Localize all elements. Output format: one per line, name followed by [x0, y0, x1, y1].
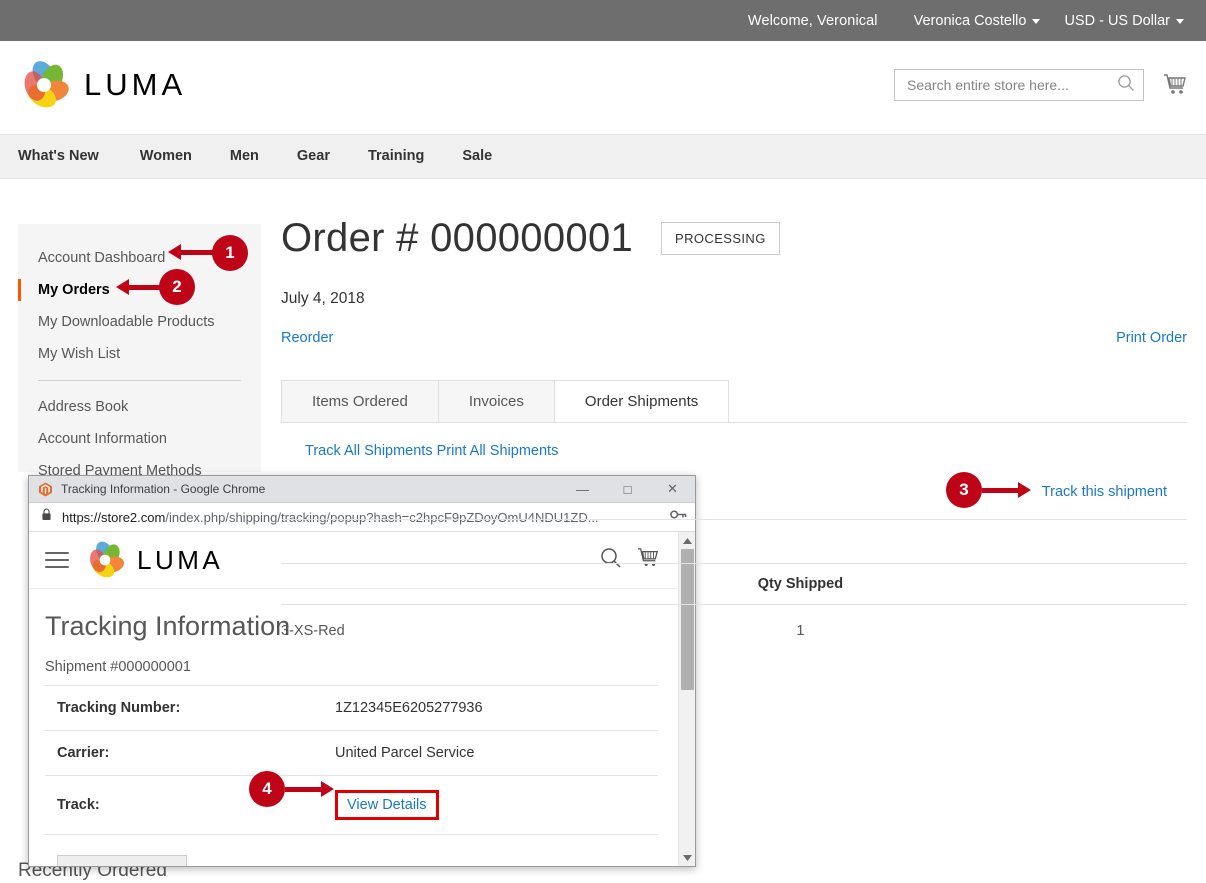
- reorder-link[interactable]: Reorder: [281, 330, 333, 346]
- print-order-link[interactable]: Print Order: [1116, 330, 1187, 346]
- sidebar-item-address-book[interactable]: Address Book: [18, 391, 261, 423]
- divider: [281, 519, 1187, 520]
- cart-icon[interactable]: [1162, 73, 1188, 102]
- annotation-marker-3: 3: [946, 472, 982, 508]
- search-icon[interactable]: [1117, 74, 1135, 97]
- table-header-row: Qty Shipped: [281, 563, 1187, 605]
- close-window-button[interactable]: Close Window: [57, 855, 187, 866]
- sidebar-item-my-orders[interactable]: My Orders: [18, 274, 261, 306]
- table-body: 3-XS-Red 1: [281, 605, 1187, 658]
- order-main-content: Order # 000000001 PROCESSING July 4, 201…: [281, 212, 1187, 852]
- order-actions: Reorder Print Order: [281, 330, 1187, 346]
- shipment-items-table: Qty Shipped 3-XS-Red 1: [281, 563, 1187, 657]
- currency-switcher-label: USD - US Dollar: [1064, 12, 1170, 29]
- sidebar-item-label[interactable]: My Orders: [18, 274, 261, 306]
- annotation-arrow-head-2: [116, 279, 129, 295]
- annotation-marker-4: 4: [249, 771, 285, 807]
- account-switcher-label: Veronica Costello: [913, 12, 1027, 29]
- annotation-arrow-head-3: [1018, 482, 1031, 498]
- nav-item-training[interactable]: Training: [349, 135, 443, 178]
- sidebar-item-label[interactable]: Address Book: [18, 391, 261, 423]
- table-row: 3-XS-Red 1: [281, 605, 1187, 658]
- sidebar-item-account-information[interactable]: Account Information: [18, 423, 261, 455]
- luma-logo-icon: [85, 540, 125, 580]
- page-title: Order # 000000001: [281, 216, 634, 260]
- order-date: July 4, 2018: [281, 290, 365, 307]
- table-header: Qty Shipped: [281, 563, 1187, 605]
- sidebar-item-my-wish-list[interactable]: My Wish List: [18, 338, 261, 370]
- order-tabs: Items Ordered Invoices Order Shipments T…: [281, 380, 1187, 852]
- annotation-arrow-head-1: [168, 244, 181, 260]
- tab-invoices[interactable]: Invoices: [437, 380, 555, 422]
- nav-item-gear[interactable]: Gear: [278, 135, 349, 178]
- column-header-spacer: [1017, 563, 1187, 605]
- order-title-row: Order # 000000001 PROCESSING: [281, 212, 1187, 264]
- sidebar-item-my-downloadable-products[interactable]: My Downloadable Products: [18, 306, 261, 338]
- status-badge: PROCESSING: [661, 221, 780, 255]
- tab-strip: Items Ordered Invoices Order Shipments: [281, 380, 1187, 422]
- search-area: [894, 69, 1144, 101]
- top-utility-bar: Welcome, Veronical Veronica Costello USD…: [0, 0, 1206, 41]
- column-header-product: [281, 563, 584, 605]
- tab-items-ordered[interactable]: Items Ordered: [281, 380, 439, 422]
- logo-text: LUMA: [84, 67, 187, 102]
- url-host: store2.com: [101, 509, 166, 525]
- print-all-shipments-link[interactable]: Print All Shipments: [437, 443, 559, 459]
- magento-icon: [38, 482, 53, 497]
- track-all-shipments-link[interactable]: Track All Shipments: [305, 443, 433, 459]
- annotation-arrow-head-4: [321, 781, 334, 797]
- nav-item-whats-new[interactable]: What's New: [18, 135, 121, 178]
- main-navigation: What's New Women Men Gear Training Sale: [0, 134, 1206, 179]
- annotation-marker-2: 2: [159, 269, 195, 305]
- sidebar-divider: [38, 380, 241, 381]
- chevron-down-icon: [1176, 19, 1184, 24]
- popup-site-logo[interactable]: LUMA: [85, 540, 223, 580]
- cell-spacer: [1017, 605, 1187, 658]
- page-header: LUMA: [0, 41, 1206, 134]
- nav-item-women[interactable]: Women: [121, 135, 211, 178]
- sidebar-item-label[interactable]: Account Information: [18, 423, 261, 455]
- tab-order-shipments[interactable]: Order Shipments: [553, 380, 730, 422]
- page-root: Welcome, Veronical Veronica Costello USD…: [0, 0, 1206, 883]
- track-this-shipment-row: Track this shipment: [281, 483, 1187, 501]
- annotation-marker-1: 1: [212, 235, 248, 271]
- chevron-down-icon: [1032, 19, 1041, 24]
- search-box[interactable]: [894, 69, 1144, 101]
- lock-icon: [41, 508, 52, 526]
- currency-switcher[interactable]: USD - US Dollar: [1064, 13, 1184, 29]
- site-logo[interactable]: LUMA: [18, 59, 186, 111]
- popup-logo-text: LUMA: [137, 544, 224, 575]
- nav-item-sale[interactable]: Sale: [443, 135, 511, 178]
- tab-panel-order-shipments: Track All Shipments Print All Shipments …: [281, 422, 1187, 852]
- column-header-qty-shipped: Qty Shipped: [583, 563, 1017, 605]
- search-input[interactable]: [907, 77, 1117, 93]
- shipment-bulk-links: Track All Shipments Print All Shipments: [281, 443, 1187, 459]
- sidebar-item-label[interactable]: My Downloadable Products: [18, 306, 261, 338]
- annotation-arrow-line-4: [285, 787, 323, 792]
- welcome-message: Welcome, Veronical: [747, 12, 878, 29]
- url-scheme: https://: [62, 509, 102, 525]
- account-switcher[interactable]: Veronica Costello: [914, 13, 1041, 29]
- annotation-arrow-line-3: [982, 488, 1020, 493]
- cell-qty-shipped: 1: [796, 623, 805, 639]
- hamburger-menu-icon[interactable]: [45, 547, 69, 573]
- nav-item-men[interactable]: Men: [211, 135, 278, 178]
- track-this-shipment-link[interactable]: Track this shipment: [1042, 484, 1167, 500]
- luma-logo-icon: [18, 59, 70, 111]
- sidebar-item-label[interactable]: My Wish List: [18, 338, 261, 370]
- cell-product-sku: 3-XS-Red: [281, 623, 345, 639]
